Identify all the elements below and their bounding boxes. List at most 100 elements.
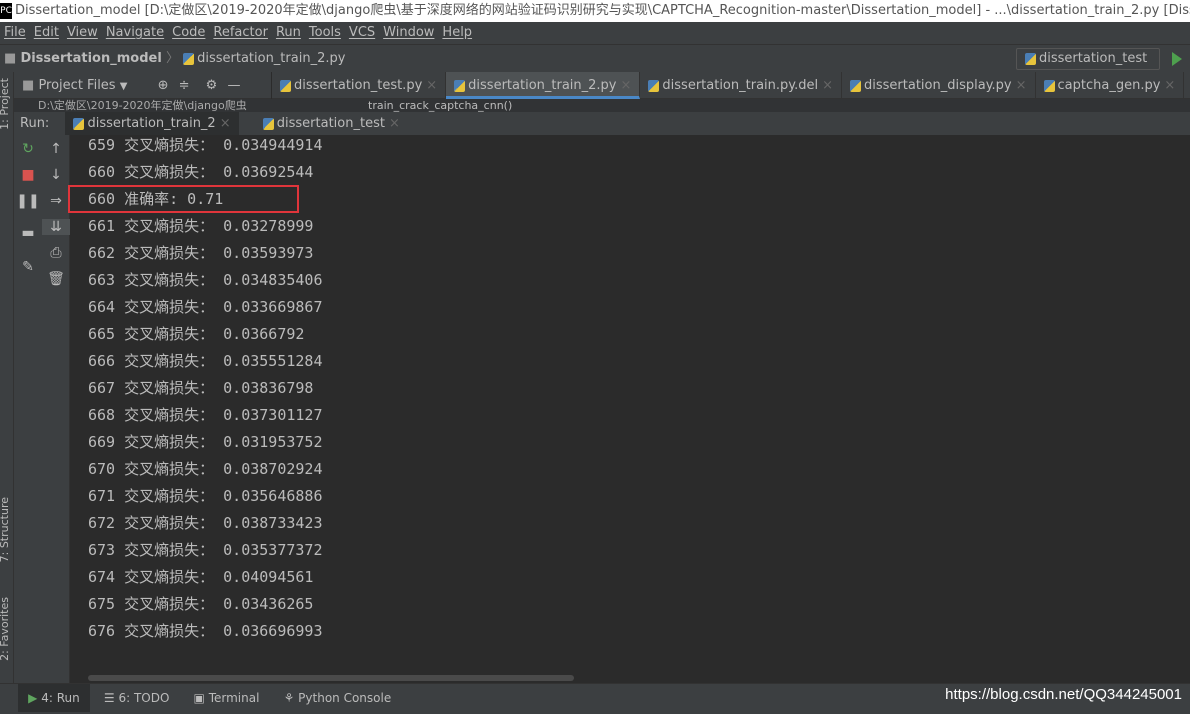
tab-label: dissertation_train_2.py xyxy=(468,78,617,93)
bottom-tab-todo[interactable]: ☰ 6: TODO xyxy=(94,684,180,712)
arrow-down-icon[interactable]: ↓ xyxy=(42,167,70,183)
trash-icon[interactable]: 🗑 xyxy=(42,271,70,287)
python-file-icon xyxy=(262,117,274,130)
bottom-tab-run[interactable]: ▶ 4: Run xyxy=(18,684,90,712)
menu-refactor[interactable]: Refactor xyxy=(213,25,268,40)
tab-label: dissertation_train.py.del xyxy=(662,78,819,93)
breadcrumb-project[interactable]: Dissertation_model xyxy=(20,51,161,66)
left-tool-strip: 1: Project 7: Structure 2: Favorites xyxy=(0,72,14,683)
arrow-up-icon[interactable]: ↑ xyxy=(42,141,70,157)
menu-window[interactable]: Window xyxy=(383,25,434,40)
pin-icon[interactable]: ✎ xyxy=(14,259,42,275)
title-bar: PC Dissertation_model [D:\定做区\2019-2020年定… xyxy=(0,0,1190,22)
menu-navigate[interactable]: Navigate xyxy=(106,25,164,40)
editor-tab[interactable]: captcha_gen.py × xyxy=(1036,72,1185,99)
folder-icon: ■ xyxy=(4,51,17,66)
menu-edit[interactable]: Edit xyxy=(34,25,59,40)
navigation-bar: ■ Dissertation_model 〉 dissertation_trai… xyxy=(0,44,1190,72)
python-file-icon xyxy=(850,79,862,92)
minimize-icon[interactable]: — xyxy=(227,78,240,93)
python-file-icon xyxy=(648,79,660,92)
console-line: 667 交叉熵损失： 0.03836798 xyxy=(88,379,314,397)
tab-label: dissertation_display.py xyxy=(864,78,1012,93)
run-icon[interactable] xyxy=(1172,52,1182,66)
menu-code[interactable]: Code xyxy=(172,25,205,40)
terminal-icon: ▣ xyxy=(193,691,205,705)
editor-tab[interactable]: dissertation_train.py.del × xyxy=(640,72,843,99)
console-output[interactable]: 659 交叉熵损失： 0.034944914 660 交叉熵损失： 0.03692… xyxy=(71,135,1190,683)
layout-icon[interactable]: ▬ xyxy=(14,225,42,241)
console-line: 659 交叉熵损失： 0.034944914 xyxy=(88,136,323,154)
console-line: 666 交叉熵损失： 0.035551284 xyxy=(88,352,323,370)
run-config-label: dissertation_test xyxy=(1039,51,1148,66)
console-line: 671 交叉熵损失： 0.035646886 xyxy=(88,487,323,505)
close-icon[interactable]: × xyxy=(1164,78,1175,93)
print-icon[interactable]: ⎙ xyxy=(42,245,70,261)
editor-tab[interactable]: dissertation_test.py × xyxy=(272,72,447,99)
breadcrumb-file[interactable]: dissertation_train_2.py xyxy=(197,51,345,66)
editor-code-line: train_crack_captcha_cnn() xyxy=(368,99,513,112)
console-line: 663 交叉熵损失： 0.034835406 xyxy=(88,271,323,289)
menu-help[interactable]: Help xyxy=(442,25,472,40)
rerun-icon[interactable]: ↻ xyxy=(14,141,42,157)
bottom-tab-terminal[interactable]: ▣ Terminal xyxy=(184,684,270,712)
structure-tool-tab[interactable]: 7: Structure xyxy=(0,497,11,562)
console-line: 664 交叉熵损失： 0.033669867 xyxy=(88,298,323,316)
python-file-icon xyxy=(1025,52,1036,65)
close-icon[interactable]: × xyxy=(426,78,437,93)
run-icon: ▶ xyxy=(28,691,38,705)
highlight-box xyxy=(68,185,299,213)
python-icon: ⚘ xyxy=(283,691,295,705)
pause-icon[interactable]: ❚❚ xyxy=(14,193,42,209)
menu-tools[interactable]: Tools xyxy=(309,25,341,40)
menu-view[interactable]: View xyxy=(67,25,98,40)
close-icon[interactable]: × xyxy=(220,116,231,131)
tab-label: Terminal xyxy=(208,691,260,705)
gear-icon[interactable]: ⚙ xyxy=(206,78,218,93)
bottom-tab-python-console[interactable]: ⚘ Python Console xyxy=(274,684,402,712)
tab-label: dissertation_test.py xyxy=(294,78,423,93)
chevron-down-icon: ▼ xyxy=(119,81,128,92)
tab-label: 6: TODO xyxy=(118,691,170,705)
menu-file[interactable]: File xyxy=(4,25,26,40)
folder-icon: ■ xyxy=(22,78,35,93)
horizontal-scrollbar[interactable] xyxy=(88,675,574,681)
favorites-tool-tab[interactable]: 2: Favorites xyxy=(0,597,11,661)
scroll-to-end-icon[interactable]: ⇊ xyxy=(42,219,70,235)
run-tab-label: dissertation_test xyxy=(276,116,385,131)
tab-label: 4: Run xyxy=(41,691,80,705)
close-icon[interactable]: × xyxy=(621,78,632,93)
console-line: 670 交叉熵损失： 0.038702924 xyxy=(88,460,323,478)
breadcrumb-separator: 〉 xyxy=(165,51,179,66)
editor-tab[interactable]: dissertation_train_2.py × xyxy=(446,72,641,99)
tab-label: Python Console xyxy=(298,691,392,705)
collapse-icon[interactable]: ≑ xyxy=(179,78,190,93)
watermark: https://blog.csdn.net/QQ344245001 xyxy=(945,686,1182,703)
run-tab-label: dissertation_train_2 xyxy=(87,116,216,131)
python-file-icon xyxy=(1043,79,1055,92)
run-toolbar: ↻ ■ ❚❚ ▬ ✎ xyxy=(14,135,42,683)
project-view-dropdown[interactable]: Project Files xyxy=(38,78,115,93)
console-line: 676 交叉熵损失： 0.036696993 xyxy=(88,622,323,640)
window-title: Dissertation_model [D:\定做区\2019-2020年定做\… xyxy=(15,3,1190,18)
close-icon[interactable]: × xyxy=(822,78,833,93)
python-file-icon xyxy=(73,117,85,130)
project-panel-header: ■ Project Files ▼ ⊕ ≑ ⚙ — xyxy=(14,72,272,99)
stop-icon[interactable]: ■ xyxy=(14,167,42,183)
menu-vcs[interactable]: VCS xyxy=(349,25,375,40)
editor-tab[interactable]: dissertation_display.py × xyxy=(842,72,1036,99)
console-line: 661 交叉熵损失： 0.03278999 xyxy=(88,217,314,235)
tab-row: ■ Project Files ▼ ⊕ ≑ ⚙ — dissertation_t… xyxy=(14,72,1190,99)
python-file-icon xyxy=(454,79,466,92)
close-icon[interactable]: × xyxy=(389,116,400,131)
menu-run[interactable]: Run xyxy=(276,25,301,40)
run-label: Run: xyxy=(20,116,50,131)
console-line: 668 交叉熵损失： 0.037301127 xyxy=(88,406,323,424)
locate-icon[interactable]: ⊕ xyxy=(158,78,169,93)
close-icon[interactable]: × xyxy=(1016,78,1027,93)
console-line: 662 交叉熵损失： 0.03593973 xyxy=(88,244,314,262)
run-config-dropdown[interactable]: dissertation_test ▼ xyxy=(1016,48,1160,85)
project-tree-item[interactable]: D:\定做区\2019-2020年定做\django爬虫 xyxy=(38,99,247,112)
soft-wrap-icon[interactable]: ⇒ xyxy=(42,193,70,209)
project-tool-tab[interactable]: 1: Project xyxy=(0,78,11,130)
